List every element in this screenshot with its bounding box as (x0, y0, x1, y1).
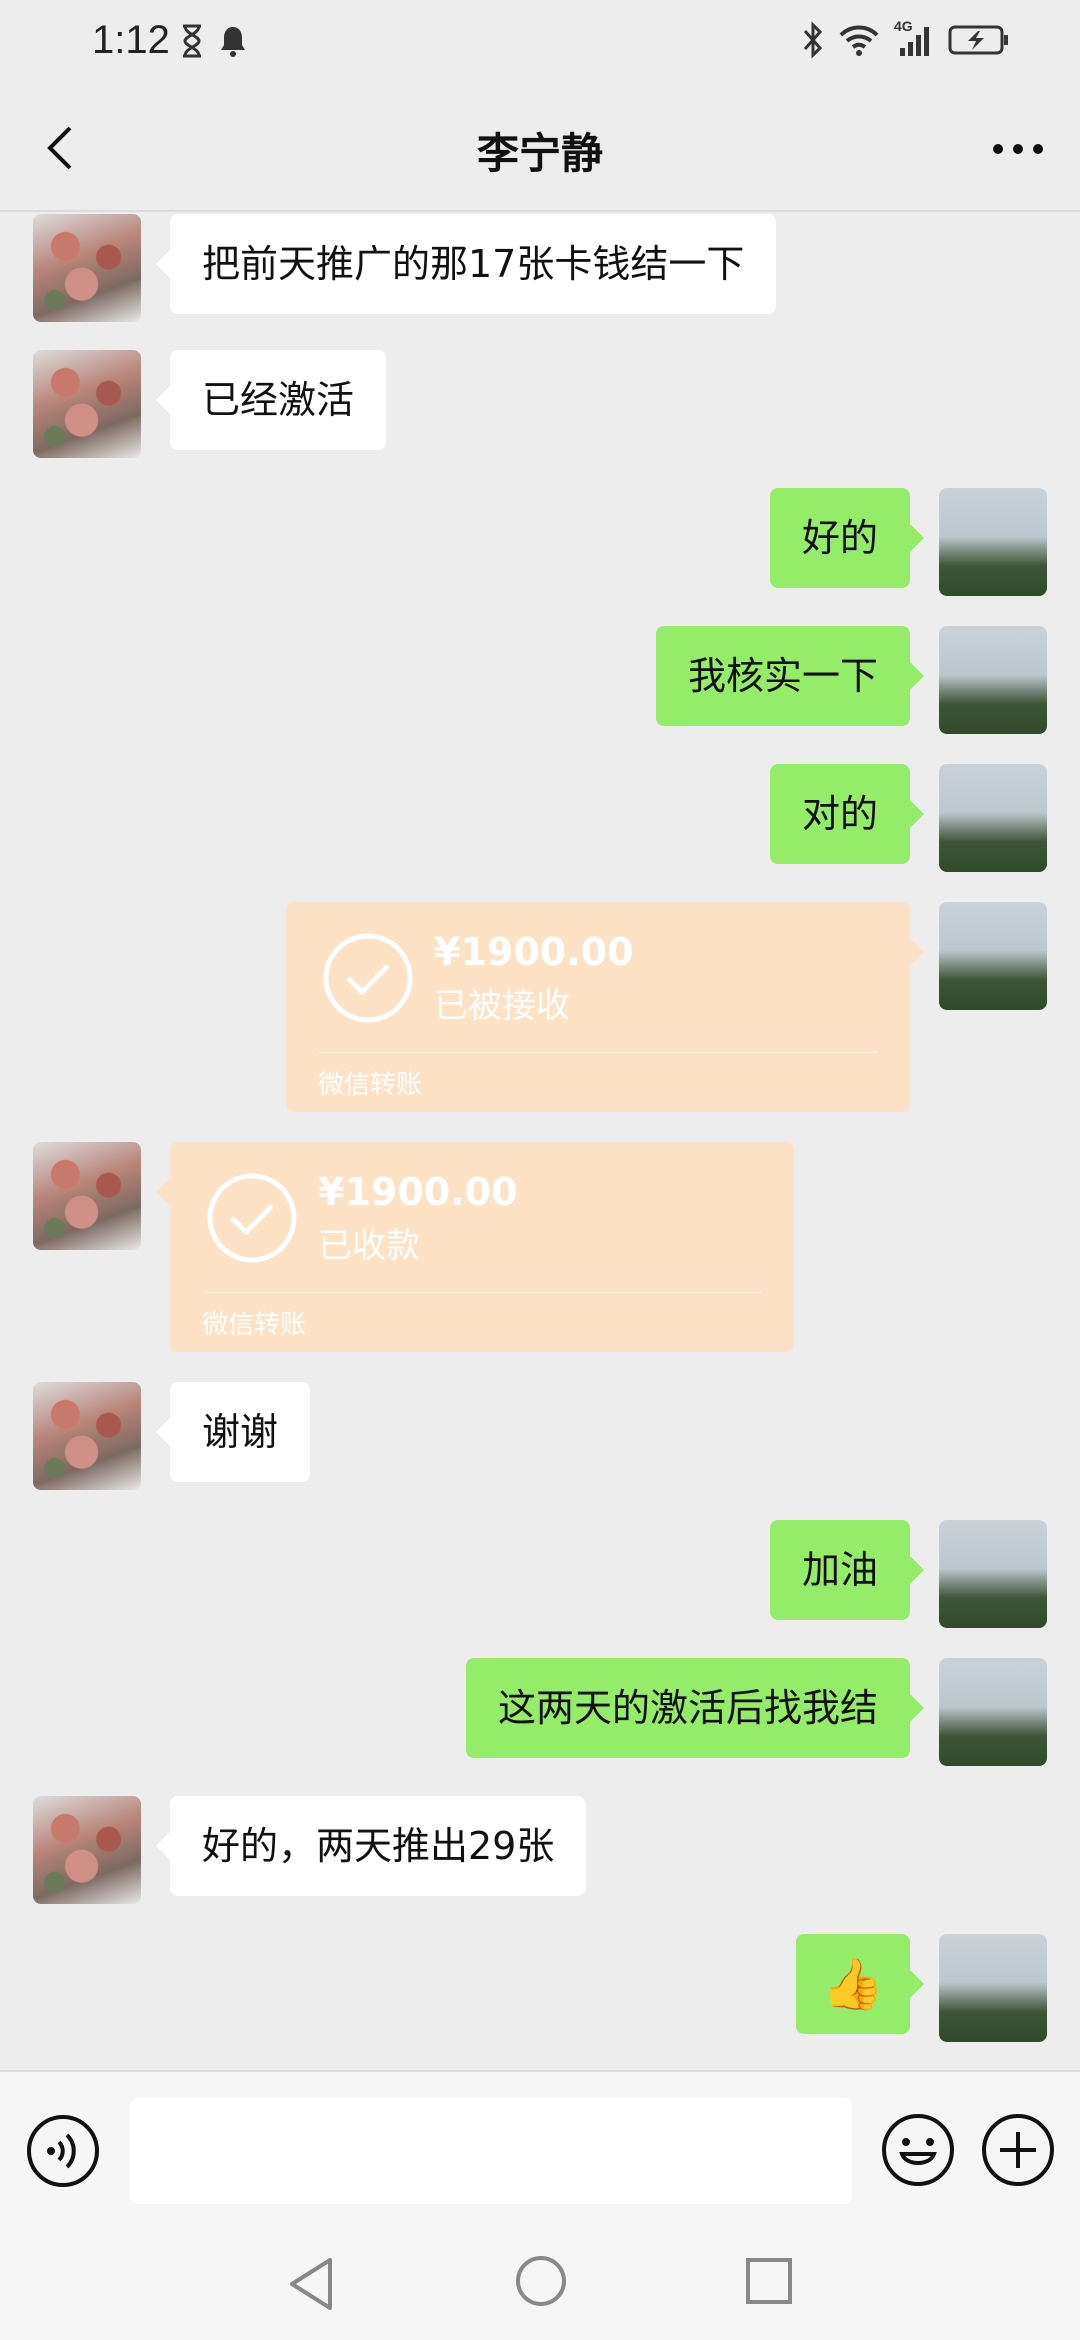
cellular-signal-icon: 4G (894, 18, 934, 58)
contact-avatar[interactable] (33, 1796, 141, 1904)
contact-avatar[interactable] (33, 1382, 141, 1490)
transfer-amount: ¥1900.00 (318, 1170, 518, 1214)
hourglass-icon (183, 24, 201, 58)
chat-title: 李宁静 (476, 129, 603, 178)
message-bubble[interactable]: 我核实一下 (655, 626, 925, 726)
contact-avatar[interactable] (33, 1142, 141, 1250)
contact-avatar[interactable] (33, 214, 141, 322)
transfer-amount: ¥1900.00 (434, 930, 634, 974)
divider (318, 1052, 878, 1053)
message-bubble[interactable]: 加油 (769, 1520, 925, 1620)
self-avatar[interactable] (939, 764, 1047, 872)
notification-bell-icon (221, 27, 245, 57)
self-avatar[interactable] (939, 1658, 1047, 1766)
transfer-card[interactable]: ¥1900.00 已被接收 微信转账 (286, 902, 924, 1112)
nav-back-button[interactable] (284, 2254, 338, 2314)
system-navigation-bar (0, 2230, 1080, 2340)
thumbs-up-emoji-message[interactable]: 👍 (795, 1934, 925, 2034)
plus-button[interactable] (980, 2112, 1056, 2188)
status-bar: 1:12 4G (0, 0, 1080, 86)
message-bubble[interactable]: 好的 (769, 488, 925, 588)
check-circle-icon (323, 933, 413, 1023)
message-bubble[interactable]: 对的 (769, 764, 925, 864)
self-avatar[interactable] (939, 626, 1047, 734)
divider (202, 1292, 762, 1293)
nav-home-button[interactable] (514, 2254, 568, 2308)
bluetooth-icon (803, 21, 823, 59)
message-bubble[interactable]: 这两天的激活后找我结 (465, 1658, 925, 1758)
nav-recents-button[interactable] (744, 2256, 794, 2306)
transfer-status: 已被接收 (434, 986, 570, 1026)
chat-header: 李宁静 (0, 86, 1080, 212)
check-circle-icon (207, 1173, 297, 1263)
self-avatar[interactable] (939, 1934, 1047, 2042)
voice-input-button[interactable] (26, 2114, 100, 2188)
self-avatar[interactable] (939, 1520, 1047, 1628)
status-time: 1:12 (92, 18, 170, 62)
status-left-icons (180, 24, 248, 58)
message-bubble[interactable]: 谢谢 (155, 1382, 311, 1482)
input-bar (0, 2070, 1080, 2230)
message-bubble[interactable]: 已经激活 (155, 350, 387, 450)
contact-avatar[interactable] (33, 350, 141, 458)
more-options-button[interactable] (986, 122, 1050, 176)
message-bubble[interactable]: 好的，两天推出29张 (155, 1796, 587, 1896)
message-bubble[interactable]: 把前天推广的那17张卡钱结一下 (155, 214, 777, 314)
self-avatar[interactable] (939, 488, 1047, 596)
transfer-status: 已收款 (318, 1226, 420, 1266)
transfer-card[interactable]: ¥1900.00 已收款 微信转账 (156, 1142, 794, 1352)
message-list[interactable]: 把前天推广的那17张卡钱结一下 已经激活 好的 我核实一下 对的 ¥1900.0… (0, 212, 1080, 2070)
status-right-icons: 4G (802, 18, 1010, 60)
message-input[interactable] (130, 2098, 852, 2204)
self-avatar[interactable] (939, 902, 1047, 1010)
transfer-footer: 微信转账 (202, 1310, 307, 1340)
transfer-footer: 微信转账 (318, 1070, 423, 1100)
emoji-button[interactable] (880, 2112, 956, 2188)
battery-charging-icon (948, 25, 1008, 55)
wifi-icon (839, 25, 879, 56)
